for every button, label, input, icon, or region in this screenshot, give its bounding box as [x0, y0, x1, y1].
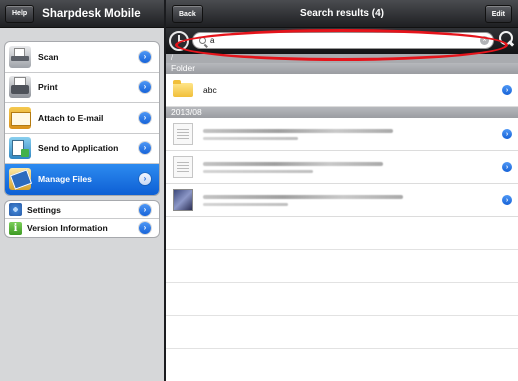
section-header-folder: Folder [166, 63, 518, 74]
app-title: Sharpdesk Mobile [42, 7, 141, 20]
list-item-file[interactable]: › [166, 184, 518, 217]
main-menu: Scan › Print › Attach to E-mail › Send t… [4, 41, 160, 196]
search-input-value: a [210, 36, 215, 45]
menu-item-label: Print [38, 82, 58, 93]
menu-item-send-to-application[interactable]: Send to Application › [5, 134, 159, 164]
printer-icon [9, 76, 31, 99]
search-input[interactable]: a × [192, 32, 494, 49]
empty-row [166, 217, 518, 250]
chevron-right-icon[interactable]: › [139, 173, 151, 186]
manage-files-icon [9, 168, 31, 191]
chevron-right-icon[interactable]: › [139, 222, 151, 234]
menu-item-settings[interactable]: Settings › [5, 201, 159, 219]
menu-item-manage-files[interactable]: Manage Files › [5, 164, 159, 195]
info-icon: i [9, 221, 22, 235]
menu-item-label: Attach to E-mail [38, 112, 104, 123]
menu-item-attach-email[interactable]: Attach to E-mail › [5, 103, 159, 134]
email-icon [9, 106, 31, 129]
right-pane: Back Search results (4) Edit a × / Folde… [166, 0, 518, 381]
gear-icon [9, 203, 22, 216]
menu-item-label: Settings [27, 204, 61, 215]
chevron-right-icon[interactable]: › [139, 111, 151, 124]
chevron-right-icon[interactable]: › [139, 142, 151, 155]
help-button[interactable]: Help [5, 4, 35, 23]
document-icon [173, 156, 193, 178]
menu-item-label: Scan [38, 51, 59, 62]
scanner-icon [9, 45, 31, 68]
search-bar: a × [166, 28, 518, 54]
send-app-icon [9, 137, 31, 160]
path-bar: / [166, 54, 518, 63]
empty-row [166, 316, 518, 349]
search-button-icon[interactable] [497, 30, 515, 48]
menu-item-label: Send to Application [38, 143, 119, 154]
secondary-menu: Settings › i Version Information › [4, 200, 160, 238]
chevron-right-icon[interactable]: › [139, 203, 151, 216]
left-header: Help Sharpdesk Mobile [0, 0, 164, 28]
blurred-filename [203, 194, 403, 206]
menu-item-label: Version Information [27, 223, 108, 233]
chevron-right-icon[interactable]: › [502, 162, 512, 172]
empty-row [166, 283, 518, 316]
edit-button[interactable]: Edit [484, 5, 512, 23]
image-thumbnail-icon [173, 189, 193, 211]
chevron-right-icon[interactable]: › [139, 50, 151, 63]
empty-row [166, 250, 518, 283]
list-item-file[interactable]: › [166, 151, 518, 184]
chevron-right-icon[interactable]: › [139, 81, 151, 94]
search-icon [199, 37, 206, 44]
menu-item-label: Manage Files [38, 174, 92, 185]
right-header: Back Search results (4) Edit [166, 0, 518, 28]
menu-item-scan[interactable]: Scan › [5, 42, 159, 73]
chevron-right-icon[interactable]: › [502, 85, 512, 95]
menu-item-print[interactable]: Print › [5, 73, 159, 103]
chevron-right-icon[interactable]: › [502, 195, 512, 205]
document-icon [173, 123, 193, 145]
menu-item-version-information[interactable]: i Version Information › [5, 219, 159, 237]
chevron-right-icon[interactable]: › [502, 129, 512, 139]
section-header-date: 2013/08 [166, 107, 518, 118]
list-item-file[interactable]: › [166, 118, 518, 151]
list-item-label: abc [203, 85, 217, 95]
folder-icon [173, 80, 193, 97]
clear-icon[interactable]: × [480, 36, 489, 45]
blurred-filename [203, 128, 393, 140]
list-item-folder[interactable]: abc › [166, 74, 518, 107]
left-pane: Help Sharpdesk Mobile Scan › Print › Att… [0, 0, 164, 381]
history-clock-icon[interactable] [169, 31, 189, 51]
blurred-filename [203, 161, 383, 173]
page-title: Search results (4) [300, 8, 384, 19]
